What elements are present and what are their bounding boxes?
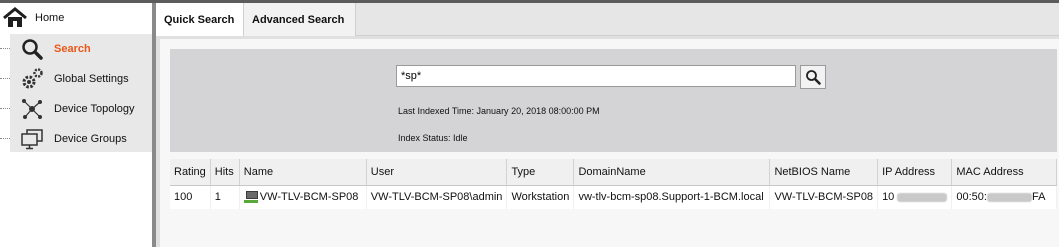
tree-connector [0,48,10,49]
column-header-name[interactable]: Name [239,159,367,186]
column-header-type[interactable]: Type [506,159,575,186]
sidebar-item-label: Global Settings [54,73,129,85]
results-table: Rating Hits Name User Type DomainName Ne… [170,159,1057,209]
redacted-mac [986,192,1032,202]
search-button[interactable] [800,65,826,89]
column-header-domain-name[interactable]: DomainName [573,159,771,186]
quick-search-content: Last Indexed Time: January 20, 2018 08:0… [160,39,1059,247]
cell-name: VW-TLV-BCM-SP08 [239,185,367,209]
table-row[interactable]: 100 1 VW-TLV-BCM-SP08 VW-TLV-BCM-SP08\ad… [170,185,1057,209]
redacted-ip [897,192,948,202]
sidebar-item-label: Device Groups [54,133,127,145]
nav-home-label: Home [35,12,65,24]
tree-connector [0,138,10,139]
table-header-row: Rating Hits Name User Type DomainName Ne… [170,159,1057,186]
column-header-ip-address[interactable]: IP Address [877,159,953,186]
mac-suffix: FA [1031,191,1046,204]
cell-rating: 100 [170,185,211,209]
cell-name-text: VW-TLV-BCM-SP08 [259,191,359,204]
index-status: Index Status: Idle [398,133,468,143]
home-icon [3,7,27,27]
column-header-user[interactable]: User [366,159,508,186]
search-icon [20,37,44,61]
cell-mac-address: 00:50: FA [951,185,1057,209]
search-input[interactable] [396,65,796,87]
sidebar-item-device-topology[interactable]: Device Topology [10,94,152,124]
gear-icon [20,67,44,91]
tree-connector [0,78,10,79]
cell-ip-address: 10 [877,185,953,209]
last-indexed-time: Last Indexed Time: January 20, 2018 08:0… [398,106,600,116]
cell-hits: 1 [210,185,240,209]
column-header-hits[interactable]: Hits [210,159,240,186]
nav-home[interactable]: Home [0,3,152,33]
cell-netbios-name: VW-TLV-BCM-SP08 [769,185,879,209]
cell-type: Workstation [506,185,575,209]
tab-advanced-search[interactable]: Advanced Search [244,3,356,36]
sidebar-item-label: Search [54,43,91,55]
cell-user: VW-TLV-BCM-SP08\admin [366,185,508,209]
ip-prefix: 10 [882,191,895,204]
sidebar-item-search[interactable]: Search [10,34,152,64]
sidebar-item-label: Device Topology [54,103,135,115]
mac-prefix: 00:50: [956,191,987,204]
main-pane: Quick Search Advanced Search Last Indexe… [156,3,1059,247]
topology-icon [20,97,44,121]
tab-quick-search[interactable]: Quick Search [156,3,244,36]
workstation-icon [243,191,258,204]
search-icon [806,70,821,85]
cell-domain-name: vw-tlv-bcm-sp08.Support-1-BCM.local [573,185,771,209]
sidebar-item-global-settings[interactable]: Global Settings [10,64,152,94]
column-header-rating[interactable]: Rating [170,159,211,186]
tree-connector [0,108,10,109]
search-panel: Last Indexed Time: January 20, 2018 08:0… [170,49,1057,152]
sidebar-item-device-groups[interactable]: Device Groups [10,124,152,154]
monitors-icon [20,127,44,151]
column-header-mac-address[interactable]: MAC Address [951,159,1057,186]
tab-bar: Quick Search Advanced Search [156,3,1059,36]
column-header-netbios-name[interactable]: NetBIOS Name [769,159,879,186]
